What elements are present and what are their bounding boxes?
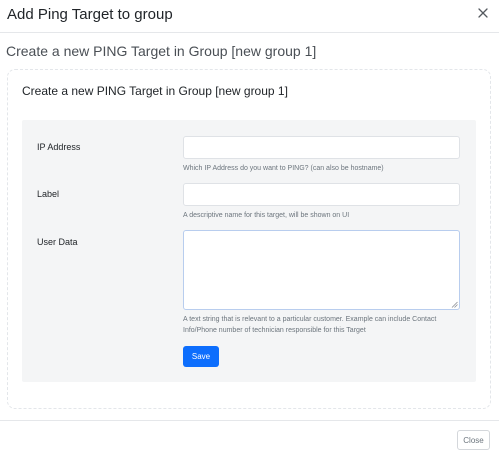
modal-footer: Close xyxy=(0,420,499,458)
add-ping-target-modal: Add Ping Target to group Create a new PI… xyxy=(0,0,499,458)
modal-header: Add Ping Target to group xyxy=(0,0,499,33)
form-card: Create a new PING Target in Group [new g… xyxy=(7,69,491,409)
close-button[interactable]: Close xyxy=(457,430,490,450)
label-help: A descriptive name for this target, will… xyxy=(183,212,350,219)
resize-grip-icon[interactable] xyxy=(451,301,458,308)
user-data-textarea[interactable] xyxy=(183,230,460,310)
ip-address-help: Which IP Address do you want to PING? (c… xyxy=(183,165,384,172)
ip-address-label: IP Address xyxy=(37,142,81,152)
form-panel: IP Address Which IP Address do you want … xyxy=(22,120,476,382)
user-data-help: A text string that is relevant to a part… xyxy=(183,316,437,334)
ip-address-input[interactable] xyxy=(183,136,460,159)
close-icon[interactable] xyxy=(476,6,490,20)
save-button[interactable]: Save xyxy=(183,346,219,367)
modal-title: Add Ping Target to group xyxy=(7,6,173,23)
label-field-label: Label xyxy=(37,189,60,199)
card-title: Create a new PING Target in Group [new g… xyxy=(22,84,288,98)
label-input[interactable] xyxy=(183,183,460,206)
user-data-label: User Data xyxy=(37,237,78,247)
page-heading: Create a new PING Target in Group [new g… xyxy=(6,43,317,59)
